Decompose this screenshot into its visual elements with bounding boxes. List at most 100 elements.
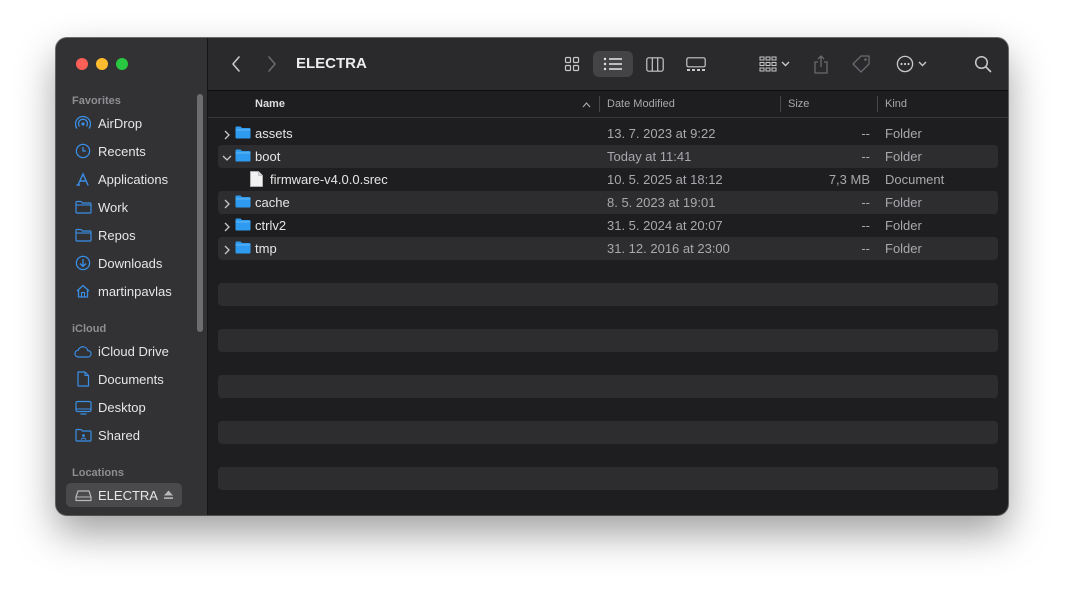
chevron-left-icon [232, 56, 240, 72]
gallery-icon [686, 56, 706, 71]
chevron-right-icon[interactable] [222, 220, 232, 232]
chevron-right-icon[interactable] [222, 197, 232, 209]
sidebar-item-applications[interactable]: Applications [66, 167, 182, 191]
empty-row [218, 352, 998, 375]
sidebar-item-label: Applications [98, 171, 169, 187]
sidebar-item-documents[interactable]: Documents [66, 367, 182, 391]
folder-icon [235, 195, 251, 211]
zoom-window-button[interactable] [116, 58, 128, 70]
sidebar-item-work[interactable]: Work [66, 195, 182, 219]
chevron-down-icon[interactable] [222, 151, 232, 161]
size-column-header[interactable]: Size [788, 98, 809, 110]
empty-row [218, 398, 998, 421]
clock-icon [74, 143, 92, 159]
sidebar-item-martinpavlas[interactable]: martinpavlas [66, 279, 182, 303]
file-row[interactable]: tmp 31. 12. 2016 at 23:00 -- Folder [218, 237, 998, 260]
file-row[interactable]: cache 8. 5. 2023 at 19:01 -- Folder [218, 191, 998, 214]
tags-button[interactable] [850, 52, 872, 76]
window-controls [76, 58, 128, 70]
file-kind: Folder [885, 241, 922, 256]
file-kind: Folder [885, 218, 922, 233]
sidebar-item-label: iCloud Drive [98, 343, 169, 359]
sidebar-item-downloads[interactable]: Downloads [66, 251, 182, 275]
date-column-header[interactable]: Date Modified [607, 98, 675, 110]
document-icon [250, 171, 263, 190]
minimize-window-button[interactable] [96, 58, 108, 70]
file-size: -- [861, 218, 870, 233]
folder-icon [235, 149, 251, 165]
empty-row [218, 329, 998, 352]
file-row[interactable]: assets 13. 7. 2023 at 9:22 -- Folder [218, 122, 998, 145]
file-size: -- [861, 149, 870, 164]
empty-row [218, 490, 998, 513]
sidebar-item-electra[interactable]: ELECTRA [66, 483, 182, 507]
file-row[interactable]: firmware-v4.0.0.srec 10. 5. 2025 at 18:12… [218, 168, 998, 191]
action-menu-button[interactable] [892, 52, 930, 76]
column-separator[interactable] [780, 96, 781, 112]
file-date-modified: 13. 7. 2023 at 9:22 [607, 126, 716, 141]
sidebar-item-shared[interactable]: Shared [66, 423, 182, 447]
file-name: boot [255, 149, 281, 164]
search-icon [974, 55, 992, 73]
icloud-section-label: iCloud [72, 323, 107, 335]
file-name: tmp [255, 241, 277, 256]
home-icon [74, 283, 92, 299]
file-date-modified: 31. 12. 2016 at 23:00 [607, 241, 730, 256]
download-icon [74, 255, 92, 271]
sidebar: Favorites AirDrop Recents Applications Work… [56, 38, 208, 515]
name-column-header[interactable]: Name [255, 98, 285, 110]
file-kind: Folder [885, 126, 922, 141]
empty-row [218, 444, 998, 467]
chevron-right-icon[interactable] [222, 243, 232, 255]
document-icon [74, 371, 92, 387]
empty-row [218, 306, 998, 329]
group-by-button[interactable] [754, 52, 794, 76]
chevron-down-icon [918, 61, 926, 67]
file-date-modified: 31. 5. 2024 at 20:07 [607, 218, 723, 233]
file-kind: Document [885, 172, 945, 187]
sidebar-item-airdrop[interactable]: AirDrop [66, 111, 182, 135]
file-name: cache [255, 195, 290, 210]
sidebar-item-icloud-drive[interactable]: iCloud Drive [66, 339, 182, 363]
sidebar-item-label: Repos [98, 227, 136, 243]
back-button[interactable] [226, 52, 246, 76]
grid-icon [564, 56, 580, 72]
sidebar-item-desktop[interactable]: Desktop [66, 395, 182, 419]
file-row[interactable]: boot Today at 11:41 -- Folder [218, 145, 998, 168]
folder-icon [235, 126, 251, 142]
gallery-view-button[interactable] [682, 52, 710, 76]
file-kind: Folder [885, 195, 922, 210]
kind-column-header[interactable]: Kind [885, 98, 907, 110]
folder-icon [74, 199, 92, 215]
folder-icon [74, 227, 92, 243]
column-header: Name Date Modified Size Kind [208, 91, 1008, 118]
file-row[interactable]: ctrlv2 31. 5. 2024 at 20:07 -- Folder [218, 214, 998, 237]
chevron-right-icon[interactable] [222, 128, 232, 140]
search-button[interactable] [972, 52, 994, 76]
chevron-down-icon [781, 61, 789, 67]
column-view-button[interactable] [641, 52, 669, 76]
column-separator[interactable] [877, 96, 878, 112]
file-date-modified: Today at 11:41 [607, 149, 692, 164]
sidebar-scrollbar[interactable] [197, 94, 203, 332]
close-window-button[interactable] [76, 58, 88, 70]
forward-button[interactable] [262, 52, 282, 76]
sidebar-item-recents[interactable]: Recents [66, 139, 182, 163]
window-title: ELECTRA [296, 55, 367, 72]
icon-view-button[interactable] [558, 52, 586, 76]
sidebar-item-label: Shared [98, 427, 140, 443]
list-view-button[interactable] [593, 51, 633, 77]
list-icon [603, 57, 622, 71]
sort-ascending-icon [582, 102, 591, 108]
cloud-icon [74, 343, 92, 359]
airdrop-icon [74, 115, 92, 131]
file-date-modified: 8. 5. 2023 at 19:01 [607, 195, 716, 210]
file-size: -- [861, 195, 870, 210]
file-size: -- [861, 126, 870, 141]
share-button[interactable] [811, 52, 831, 76]
sidebar-item-repos[interactable]: Repos [66, 223, 182, 247]
eject-icon[interactable] [163, 488, 174, 503]
column-separator[interactable] [599, 96, 600, 112]
favorites-section-label: Favorites [72, 95, 121, 107]
empty-row [218, 283, 998, 306]
